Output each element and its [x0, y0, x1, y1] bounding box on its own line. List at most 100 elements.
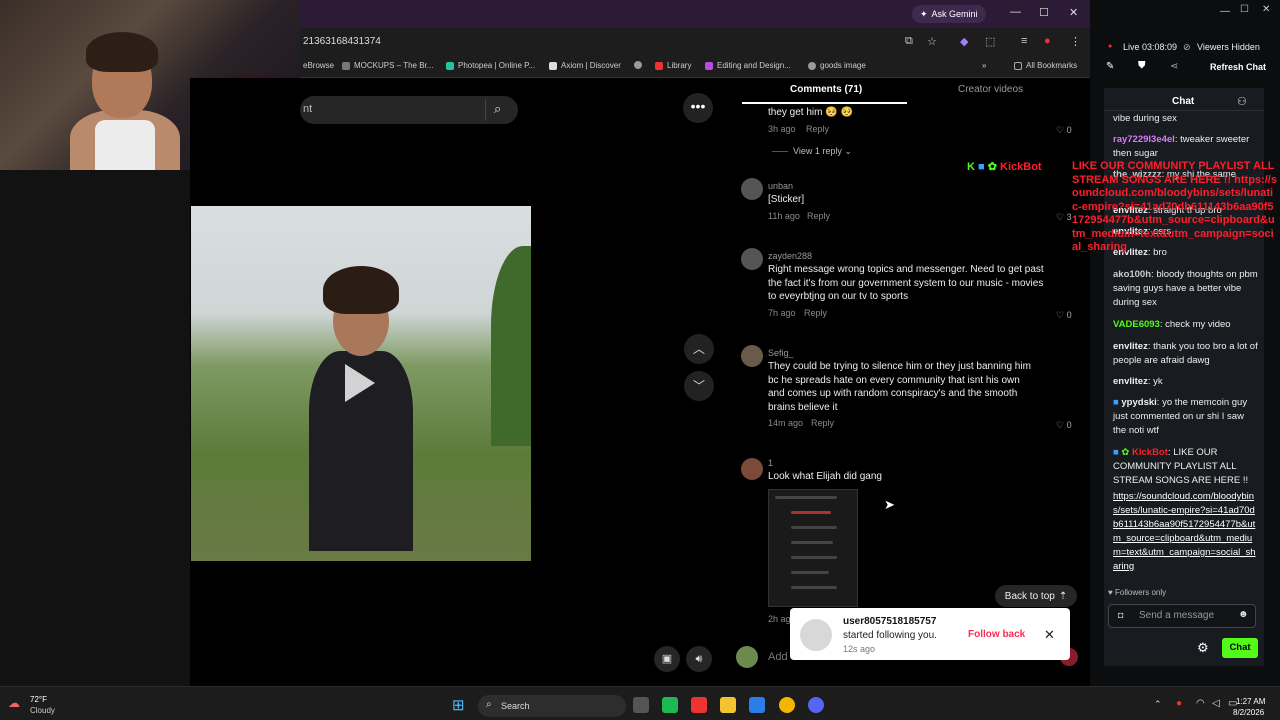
comment-username[interactable]: zayden288 [768, 251, 812, 261]
play-icon[interactable] [345, 364, 375, 402]
comment-username[interactable]: 1 [768, 458, 773, 468]
bookmark-item[interactable]: MOCKUPS – The Br... [342, 61, 433, 70]
chat-message: ray7229l3e4el: tweaker sweeter then suga… [1113, 134, 1250, 159]
add-comment-input[interactable]: Add [768, 651, 788, 663]
view-replies-button[interactable]: View 1 reply ⌄ [793, 146, 852, 157]
weather-icon[interactable]: ☁ [8, 696, 20, 710]
chrome-icon[interactable] [779, 697, 795, 713]
search-icon[interactable]: ⌕ [494, 101, 501, 117]
reply-button[interactable]: Reply [804, 308, 827, 318]
weather-desc: Cloudy [30, 706, 55, 715]
microphone-icon[interactable]: ● [1176, 698, 1182, 709]
taskbar-search[interactable]: ⌕ Search [478, 695, 626, 717]
chevron-right-icon[interactable]: » [982, 61, 986, 70]
cast-icon[interactable]: ⧉ [905, 35, 913, 48]
volume-icon[interactable]: 🔊︎ [686, 646, 712, 672]
app-icon[interactable] [662, 697, 678, 713]
like-button[interactable]: ♡ 0 [1056, 420, 1072, 431]
avatar[interactable] [741, 458, 763, 480]
address-bar[interactable] [300, 28, 1090, 56]
live-dot-icon: ● [1108, 43, 1113, 50]
chat-link[interactable]: https://soundcloud.com/bloodybins/sets/l… [1113, 490, 1258, 574]
axiom-icon [549, 61, 557, 70]
comment-time: 14m ago [768, 418, 804, 428]
windows-start-icon[interactable]: ⊞ [452, 696, 465, 714]
shield-icon[interactable]: ⛊ [1138, 60, 1146, 71]
url-text[interactable]: 21363168431374 [303, 36, 381, 47]
ask-gemini-button[interactable]: ✦ Ask Gemini [912, 5, 986, 23]
bookmark-item[interactable]: Axiom | Discover [549, 61, 621, 70]
discord-icon[interactable] [808, 697, 824, 713]
avatar[interactable] [741, 248, 763, 270]
media-icon[interactable]: ≡ [1021, 35, 1027, 47]
reply-button[interactable]: Reply [807, 211, 830, 221]
bookmark-item[interactable]: Library [655, 61, 691, 70]
notification-time: 12s ago [843, 644, 876, 654]
bookmark-item[interactable]: eBrowse [303, 61, 334, 70]
close-icon[interactable]: ✕ [1069, 6, 1078, 19]
star-icon[interactable]: ☆ [927, 35, 937, 48]
like-button[interactable]: ♡ 3 [1056, 212, 1072, 223]
maximize-icon[interactable]: ☐ [1039, 6, 1049, 19]
tab-creator-videos[interactable]: Creator videos [958, 84, 1023, 95]
pip-icon[interactable]: ▣ [654, 646, 680, 672]
weather-temp: 72°F [30, 695, 47, 704]
comment-text: [Sticker] [768, 194, 805, 205]
chevron-up-icon[interactable]: ⌃ [1154, 699, 1162, 710]
all-bookmarks[interactable]: All Bookmarks [1014, 61, 1077, 70]
bookmark-item[interactable]: Photopea | Online P... [446, 61, 535, 70]
send-chat-button[interactable]: Chat [1222, 638, 1258, 658]
chat-emote-icon[interactable]: ◘ [1118, 610, 1123, 620]
chevron-down-icon[interactable]: ﹀ [684, 371, 714, 401]
bookmark-item[interactable] [634, 61, 642, 69]
comment-image[interactable] [768, 489, 858, 607]
chat-message: ■ ✿ KickBot: LIKE OUR COMMUNITY PLAYLIST… [1113, 447, 1249, 486]
like-button[interactable]: ♡ 0 [1056, 125, 1072, 136]
more-options-button[interactable]: ••• [683, 93, 713, 123]
bookmark-item[interactable]: goods image [808, 61, 866, 70]
back-to-top-button[interactable]: Back to top ⇡ [995, 585, 1077, 607]
menu-icon[interactable]: ⋮ [1070, 35, 1081, 48]
wifi-icon[interactable]: ◠ [1196, 698, 1205, 709]
speaker-icon[interactable]: ◁ [1212, 698, 1220, 709]
profile-icon[interactable]: ● [1044, 35, 1051, 47]
extension-icon[interactable]: ◆ [960, 35, 968, 48]
emoji-icon[interactable]: ☻ [1238, 609, 1249, 620]
avatar[interactable] [741, 178, 763, 200]
close-icon[interactable]: ✕ [1044, 627, 1055, 643]
comment-text: they get him 🥺 🥺 [768, 107, 853, 118]
file-explorer-icon[interactable] [720, 697, 736, 713]
comment-username[interactable]: unban [768, 181, 793, 191]
minimize-icon[interactable]: — [1010, 6, 1021, 18]
reply-button[interactable]: Reply [806, 124, 829, 134]
maximize-icon[interactable]: ☐ [1240, 4, 1249, 15]
gear-icon[interactable]: ⚙ [1197, 640, 1209, 656]
task-view-icon[interactable] [633, 697, 649, 713]
clock-date[interactable]: 8/2/2026 [1233, 708, 1264, 717]
bookmark-item[interactable]: Editing and Design... [705, 61, 791, 70]
reply-button[interactable]: Reply [811, 418, 834, 428]
video-foliage [491, 246, 531, 446]
comment-username[interactable]: Sefig_ [768, 348, 794, 358]
chevron-up-icon[interactable]: ︿ [684, 334, 714, 364]
user-settings-icon[interactable]: ⚇ [1237, 95, 1247, 108]
refresh-chat-button[interactable]: Refresh Chat [1210, 62, 1266, 72]
puzzle-icon[interactable]: ⬚ [985, 35, 995, 48]
follow-back-button[interactable]: Follow back [968, 629, 1025, 640]
globe-icon [634, 61, 642, 69]
edit-icon[interactable]: ✎ [1106, 61, 1114, 72]
tab-comments[interactable]: Comments (71) [790, 84, 862, 95]
outlook-icon[interactable] [749, 697, 765, 713]
close-icon[interactable]: ✕ [1262, 4, 1270, 15]
heart-icon: ♡ [1056, 420, 1065, 430]
comment-time: 3h ago [768, 124, 796, 134]
minimize-icon[interactable]: — [1220, 6, 1230, 17]
library-icon [655, 61, 663, 70]
share-icon[interactable]: ⋖ [1170, 61, 1178, 72]
avatar[interactable] [741, 345, 763, 367]
youtube-icon[interactable] [691, 697, 707, 713]
like-button[interactable]: ♡ 0 [1056, 310, 1072, 321]
cursor-icon: ➤ [884, 497, 895, 512]
notification-username[interactable]: user8057518185757 [843, 616, 936, 627]
clock-time[interactable]: 1:27 AM [1236, 697, 1265, 706]
